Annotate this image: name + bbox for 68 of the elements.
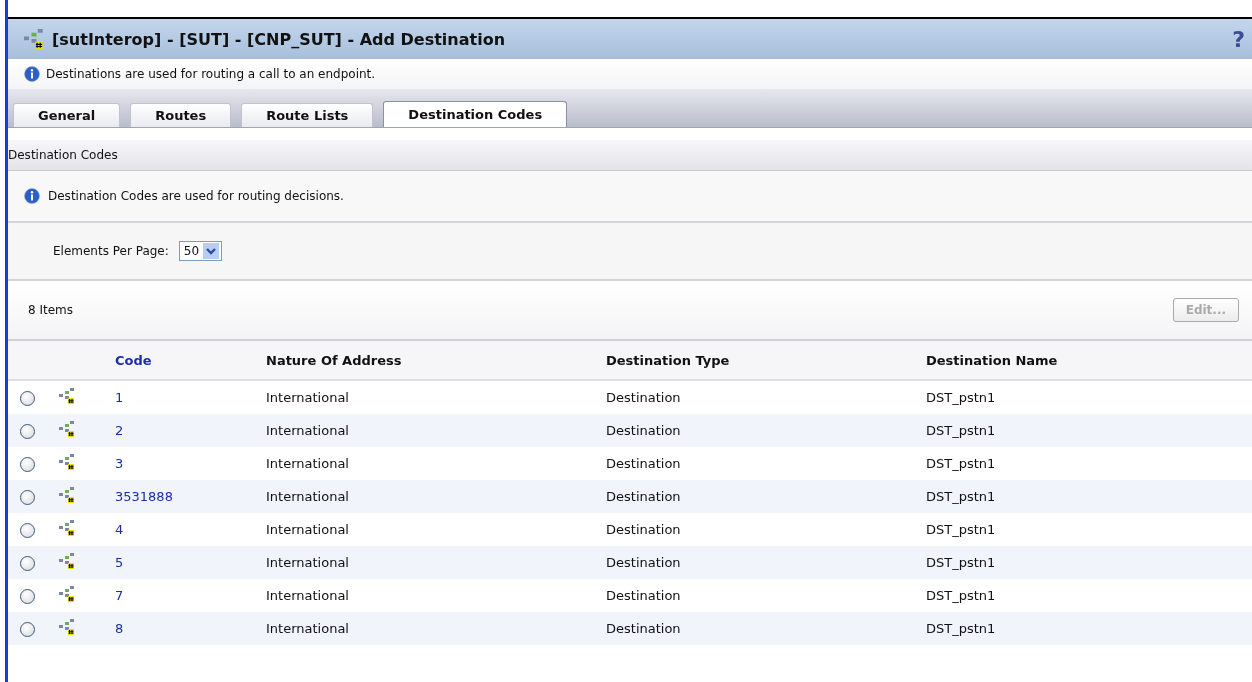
table-cell: International xyxy=(266,456,349,471)
destination-code-link[interactable]: 1 xyxy=(115,390,124,405)
destination-icon xyxy=(24,29,44,49)
table-cell: DST_pstn1 xyxy=(926,390,996,405)
tab[interactable]: Destination Codes xyxy=(383,101,568,127)
row-radio[interactable] xyxy=(20,621,35,637)
info-icon xyxy=(24,66,40,82)
destination-icon xyxy=(59,619,75,635)
info-text: Destinations are used for routing a call to an endpoint. xyxy=(46,67,376,81)
table-cell: Destination xyxy=(606,522,681,537)
destination-icon xyxy=(59,553,75,569)
table-cell: DST_pstn1 xyxy=(926,423,996,438)
table-cell: International xyxy=(266,423,349,438)
elements-per-page-label: Elements Per Page: xyxy=(53,244,169,258)
destination-code-link[interactable]: 2 xyxy=(115,423,124,438)
tab[interactable]: Routes xyxy=(130,103,232,127)
tab[interactable]: General xyxy=(13,103,121,127)
row-radio[interactable] xyxy=(20,456,35,472)
table-cell: Destination xyxy=(606,489,681,504)
help-button[interactable]: ? xyxy=(1232,26,1245,52)
caret-icon xyxy=(203,243,220,259)
window-title: [sutInterop] - [SUT] - [CNP_SUT] - Add Destination xyxy=(52,29,507,49)
row-radio[interactable] xyxy=(20,390,35,406)
destination-code-link[interactable]: 3 xyxy=(115,456,124,471)
table-cell: DST_pstn1 xyxy=(926,489,996,504)
row-radio[interactable] xyxy=(20,489,35,505)
destination-code-link[interactable]: 5 xyxy=(115,555,124,570)
destination-icon xyxy=(59,520,75,536)
table-cell: Destination xyxy=(606,390,681,405)
table-cell: DST_pstn1 xyxy=(926,522,996,537)
elements-per-page-dropdown[interactable]: 50 xyxy=(178,241,223,261)
table-cell: Destination xyxy=(606,423,681,438)
column-header: Destination Type xyxy=(606,352,730,368)
row-radio[interactable] xyxy=(20,423,35,439)
destination-code-link[interactable]: 7 xyxy=(115,588,124,603)
table-cell: International xyxy=(266,390,349,405)
destination-icon xyxy=(59,586,75,602)
destination-icon xyxy=(59,421,75,437)
table-cell: Destination xyxy=(606,588,681,603)
tab[interactable]: Route Lists xyxy=(241,103,374,127)
table-cell: International xyxy=(266,621,349,636)
info-icon xyxy=(24,188,40,204)
table-cell: DST_pstn1 xyxy=(926,621,996,636)
table-cell: Destination xyxy=(606,621,681,636)
table-cell: DST_pstn1 xyxy=(926,588,996,603)
sort-link[interactable]: Code xyxy=(115,352,152,368)
destination-code-link[interactable]: 3531888 xyxy=(115,489,173,504)
section-title: Destination Codes xyxy=(8,148,118,162)
table-cell: International xyxy=(266,489,349,504)
destination-icon xyxy=(59,388,75,404)
destination-icon xyxy=(59,454,75,470)
item-count: 8 Items xyxy=(28,303,74,317)
destination-code-link[interactable]: 8 xyxy=(115,621,124,636)
table-cell: International xyxy=(266,588,349,603)
column-header: Nature Of Address xyxy=(266,352,402,368)
row-radio[interactable] xyxy=(20,555,35,571)
table-cell: Destination xyxy=(606,456,681,471)
destination-icon xyxy=(59,487,75,503)
table-cell: Destination xyxy=(606,555,681,570)
table-cell: International xyxy=(266,555,349,570)
table-cell: DST_pstn1 xyxy=(926,456,996,471)
row-radio[interactable] xyxy=(20,588,35,604)
table-cell: DST_pstn1 xyxy=(926,555,996,570)
info-text: Destination Codes are used for routing decisions. xyxy=(48,189,344,203)
table-cell: International xyxy=(266,522,349,537)
column-header: Destination Name xyxy=(926,352,1058,368)
destination-code-link[interactable]: 4 xyxy=(115,522,124,537)
row-radio[interactable] xyxy=(20,522,35,538)
